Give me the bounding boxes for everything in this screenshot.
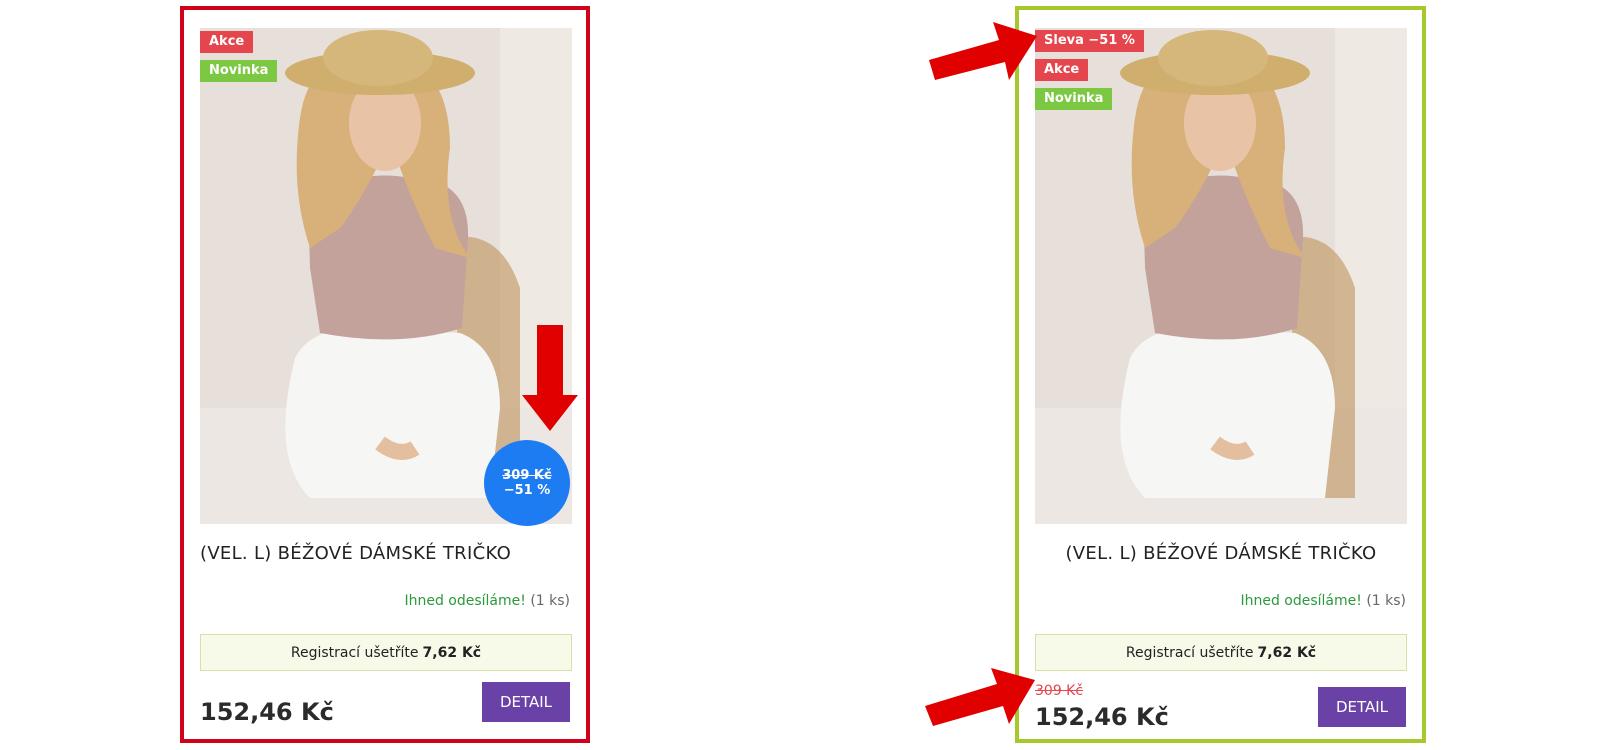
discount-old-price: 309 Kč: [502, 468, 552, 483]
product-price: 152,46 Kč: [200, 698, 334, 726]
registration-savings-box: Registrací ušetříte 7,62 Kč: [1035, 634, 1407, 671]
registration-text: Registrací ušetříte: [1125, 644, 1254, 661]
stock-status: Ihned odesíláme! (1 ks): [404, 593, 570, 609]
registration-text: Registrací ušetříte: [290, 644, 419, 661]
badge-novinka: Novinka: [200, 60, 278, 82]
old-price: 309 Kč: [1035, 683, 1084, 699]
product-card-right: Sleva −51 % Akce Novinka (VEL. L) BÉŽOVÉ…: [1015, 6, 1426, 743]
detail-button[interactable]: DETAIL: [482, 682, 570, 722]
discount-circle-badge: 309 Kč −51 %: [484, 440, 570, 526]
discount-percent: −51 %: [503, 483, 551, 498]
arrow-right-icon: [925, 668, 1035, 726]
arrow-right-icon: [929, 22, 1037, 80]
badge-akce: Akce: [1035, 59, 1089, 81]
badge-list: Sleva −51 % Akce Novinka: [1035, 30, 1144, 110]
registration-amount: 7,62 Kč: [1257, 644, 1317, 661]
stock-status-text: Ihned odesíláme!: [1240, 593, 1362, 609]
stock-quantity: (1 ks): [530, 593, 570, 609]
product-title[interactable]: (VEL. L) BÉŽOVÉ DÁMSKÉ TRIČKO: [200, 543, 572, 564]
stock-status-text: Ihned odesíláme!: [404, 593, 526, 609]
stock-status: Ihned odesíláme! (1 ks): [1240, 593, 1406, 609]
registration-amount: 7,62 Kč: [422, 644, 482, 661]
badge-sleva: Sleva −51 %: [1035, 30, 1144, 52]
product-title[interactable]: (VEL. L) BÉŽOVÉ DÁMSKÉ TRIČKO: [1035, 543, 1407, 564]
product-price: 152,46 Kč: [1035, 703, 1169, 731]
stock-quantity: (1 ks): [1366, 593, 1406, 609]
badge-novinka: Novinka: [1035, 88, 1113, 110]
detail-button[interactable]: DETAIL: [1318, 687, 1406, 727]
arrow-down-icon: [522, 325, 578, 431]
badge-list: Akce Novinka: [200, 31, 278, 82]
badge-akce: Akce: [200, 31, 254, 53]
registration-savings-box: Registrací ušetříte 7,62 Kč: [200, 634, 572, 671]
